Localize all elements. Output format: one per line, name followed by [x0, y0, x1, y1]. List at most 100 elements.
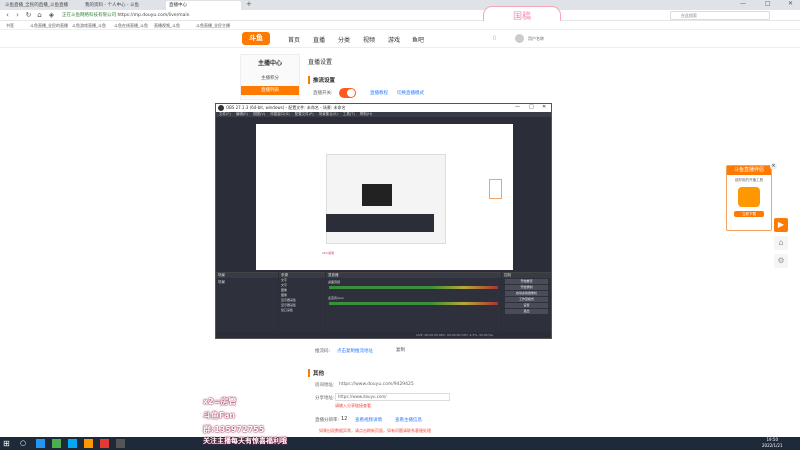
tab-profile[interactable]: 我的资料 - 个人中心 - 斗鱼: [82, 1, 162, 10]
other-section-title: 其他: [308, 369, 324, 377]
nav-fishbar[interactable]: 鱼吧: [412, 35, 424, 44]
menu-file[interactable]: 文件(F): [219, 112, 231, 116]
mixer-desktop-label: 桌面音频: [328, 280, 341, 284]
switch-mode-link[interactable]: 切换直播模式: [397, 90, 424, 96]
section-title: 推流设置: [308, 76, 535, 84]
windows-start-icon[interactable]: ⊞: [3, 439, 10, 448]
new-tab-icon[interactable]: +: [246, 0, 252, 8]
room-url-value: https://www.douyu.com/9429425: [339, 382, 414, 387]
streamer-info-link[interactable]: 查看主播信息: [395, 417, 422, 423]
settings-side-icon[interactable]: ⚙: [774, 254, 788, 268]
promo-subtitle: 超好用的开播工具: [735, 178, 763, 182]
taskbar-app-icon[interactable]: [100, 439, 109, 448]
menu-profile[interactable]: 配置文件(P): [295, 112, 314, 116]
avatar[interactable]: [515, 34, 524, 43]
page-title: 直播设置: [308, 59, 333, 66]
taskbar-obs-icon[interactable]: [116, 439, 125, 448]
virtual-camera-button[interactable]: 启动虚拟摄像机: [505, 291, 548, 296]
start-recording-button[interactable]: 开始录制: [505, 285, 548, 290]
promo-close-icon[interactable]: ×: [770, 163, 777, 170]
minimize-icon[interactable]: —: [740, 0, 746, 7]
back-icon[interactable]: ‹: [3, 11, 12, 20]
copy-url-link[interactable]: 点击复制推流地址: [337, 348, 373, 354]
home-side-icon[interactable]: ⌂: [774, 236, 788, 250]
tutorial-link[interactable]: 直播教程: [370, 90, 388, 96]
menu-help[interactable]: 帮助(H): [360, 112, 372, 116]
sidebar-item-live[interactable]: 直播列表: [241, 86, 299, 95]
menu-docks[interactable]: 停靠窗口(D): [270, 112, 289, 116]
bookmarks-bar: 书签 斗鱼直播_全民的直播 斗鱼游戏直播_斗鱼 斗鱼在线直播_斗鱼 直播视频_斗…: [0, 21, 800, 30]
reload-icon[interactable]: ↻: [24, 11, 33, 20]
exit-button[interactable]: 退出: [505, 309, 548, 314]
overlay-text-4: 关注主播每天有惊喜福利哦: [203, 437, 287, 445]
taskbar-app-icon[interactable]: [36, 439, 45, 448]
resolution-value: 12: [341, 416, 348, 422]
scene-item[interactable]: 场景: [216, 278, 278, 287]
mixer-dock: 混音器 桌面音频 麦克风/Aux: [326, 272, 501, 332]
phone-icon[interactable]: ▯: [493, 35, 496, 41]
promo-widget[interactable]: 斗鱼直播伴侣 超好用的开播工具 立即下载: [726, 165, 772, 231]
nav-video[interactable]: 视频: [363, 35, 375, 44]
obs-close-icon[interactable]: ✕: [542, 104, 546, 110]
taskbar-app-icon[interactable]: [68, 439, 77, 448]
controls-dock: 控制 开始推流 开始录制 启动虚拟摄像机 工作室模式 设置 退出: [502, 272, 551, 332]
browser-tab-bar: 斗鱼直播_全民的直播_斗鱼直播 我的资料 - 个人中心 - 斗鱼 直播中心 + …: [0, 0, 800, 10]
close-icon[interactable]: ✕: [788, 0, 793, 7]
bookmark-item[interactable]: 斗鱼直播_全民主播: [196, 21, 230, 30]
bookmark-item[interactable]: 斗鱼游戏直播_斗鱼: [72, 21, 106, 30]
obs-minimize-icon[interactable]: —: [515, 104, 520, 110]
maximize-icon[interactable]: □: [765, 0, 771, 7]
menu-tools[interactable]: 工具(T): [343, 112, 355, 116]
taskbar: ⊞ ○ 19:50 2022/1/21: [0, 437, 800, 450]
bookmark-item[interactable]: 斗鱼在线直播_斗鱼: [114, 21, 148, 30]
menu-scene-collection[interactable]: 场景集合(S): [319, 112, 338, 116]
share-url-input[interactable]: https://www.douyu.com/: [335, 393, 450, 401]
nav-category[interactable]: 分类: [338, 35, 350, 44]
promo-app-icon: [738, 187, 760, 207]
clock[interactable]: 19:50 2022/1/21: [762, 437, 783, 449]
settings-button[interactable]: 设置: [505, 303, 548, 308]
studio-mode-button[interactable]: 工作室模式: [505, 297, 548, 302]
tab-douyu[interactable]: 斗鱼直播_全民的直播_斗鱼直播: [2, 1, 80, 10]
nested-obs-thumbnail: [362, 184, 392, 206]
menu-edit[interactable]: 编辑(E): [236, 112, 248, 116]
taskbar-app-icon[interactable]: [52, 439, 61, 448]
copy-button[interactable]: 复制: [393, 346, 408, 354]
live-toggle[interactable]: [339, 88, 356, 98]
url-text: https://mp.douyu.com/live/main: [117, 13, 190, 18]
source-item[interactable]: 窗口采集: [281, 308, 325, 313]
play-icon[interactable]: ▶: [774, 218, 788, 232]
mic-audio-meter: [329, 302, 498, 305]
forward-icon[interactable]: ›: [13, 11, 22, 20]
search-box[interactable]: 在此搜索: [670, 11, 770, 20]
bookmark-item[interactable]: 斗鱼直播_全民的直播: [30, 21, 68, 30]
promo-download-button[interactable]: 立即下载: [734, 211, 764, 217]
nav-live[interactable]: 直播: [313, 35, 325, 44]
nav-home[interactable]: 首页: [288, 35, 300, 44]
bookmark-item[interactable]: 直播视频_斗鱼: [154, 21, 180, 30]
sources-dock: 来源 文字 文字 图像 图像 显示器采集 显示器采集 窗口采集: [279, 272, 325, 332]
sidebar-title: 主播中心: [257, 60, 282, 67]
search-icon[interactable]: ○: [20, 439, 26, 447]
obs-window[interactable]: OBS 27.1.3 (64-bit, windows) - 配置文件: 未命名…: [215, 103, 552, 339]
promo-title: 斗鱼直播伴侣: [727, 166, 771, 175]
bookmark-item[interactable]: 书签: [6, 21, 14, 30]
user-name[interactable]: 用户名称: [528, 36, 544, 42]
obs-preview[interactable]: x2=房管: [256, 124, 513, 270]
start-streaming-button[interactable]: 开始推流: [505, 279, 548, 284]
menu-view[interactable]: 视图(V): [253, 112, 265, 116]
nested-overlay: x2=房管: [322, 251, 335, 255]
taskbar-app-icon[interactable]: [84, 439, 93, 448]
douyu-logo[interactable]: 斗鱼: [242, 32, 270, 45]
home-icon[interactable]: ⌂: [35, 11, 44, 20]
sidebar-item-points[interactable]: 主播积分: [241, 75, 299, 81]
obs-maximize-icon[interactable]: □: [529, 104, 534, 110]
nav-game[interactable]: 游戏: [388, 35, 400, 44]
scenes-dock: 场景 场景: [216, 272, 278, 332]
browser-toolbar: ‹ › ↻ ⌂ ◈ 正在斗鱼网络科技有限公司 https://mp.douyu.…: [0, 10, 800, 21]
left-sidebar: 主播中心 主播积分 直播列表: [240, 54, 300, 100]
tab-live-center[interactable]: 直播中心: [166, 1, 241, 10]
video-detail-link[interactable]: 查看视频详情: [355, 417, 382, 423]
share-hint: 请输入分享链接查看: [335, 403, 371, 408]
shield-icon: ◈: [48, 11, 55, 19]
